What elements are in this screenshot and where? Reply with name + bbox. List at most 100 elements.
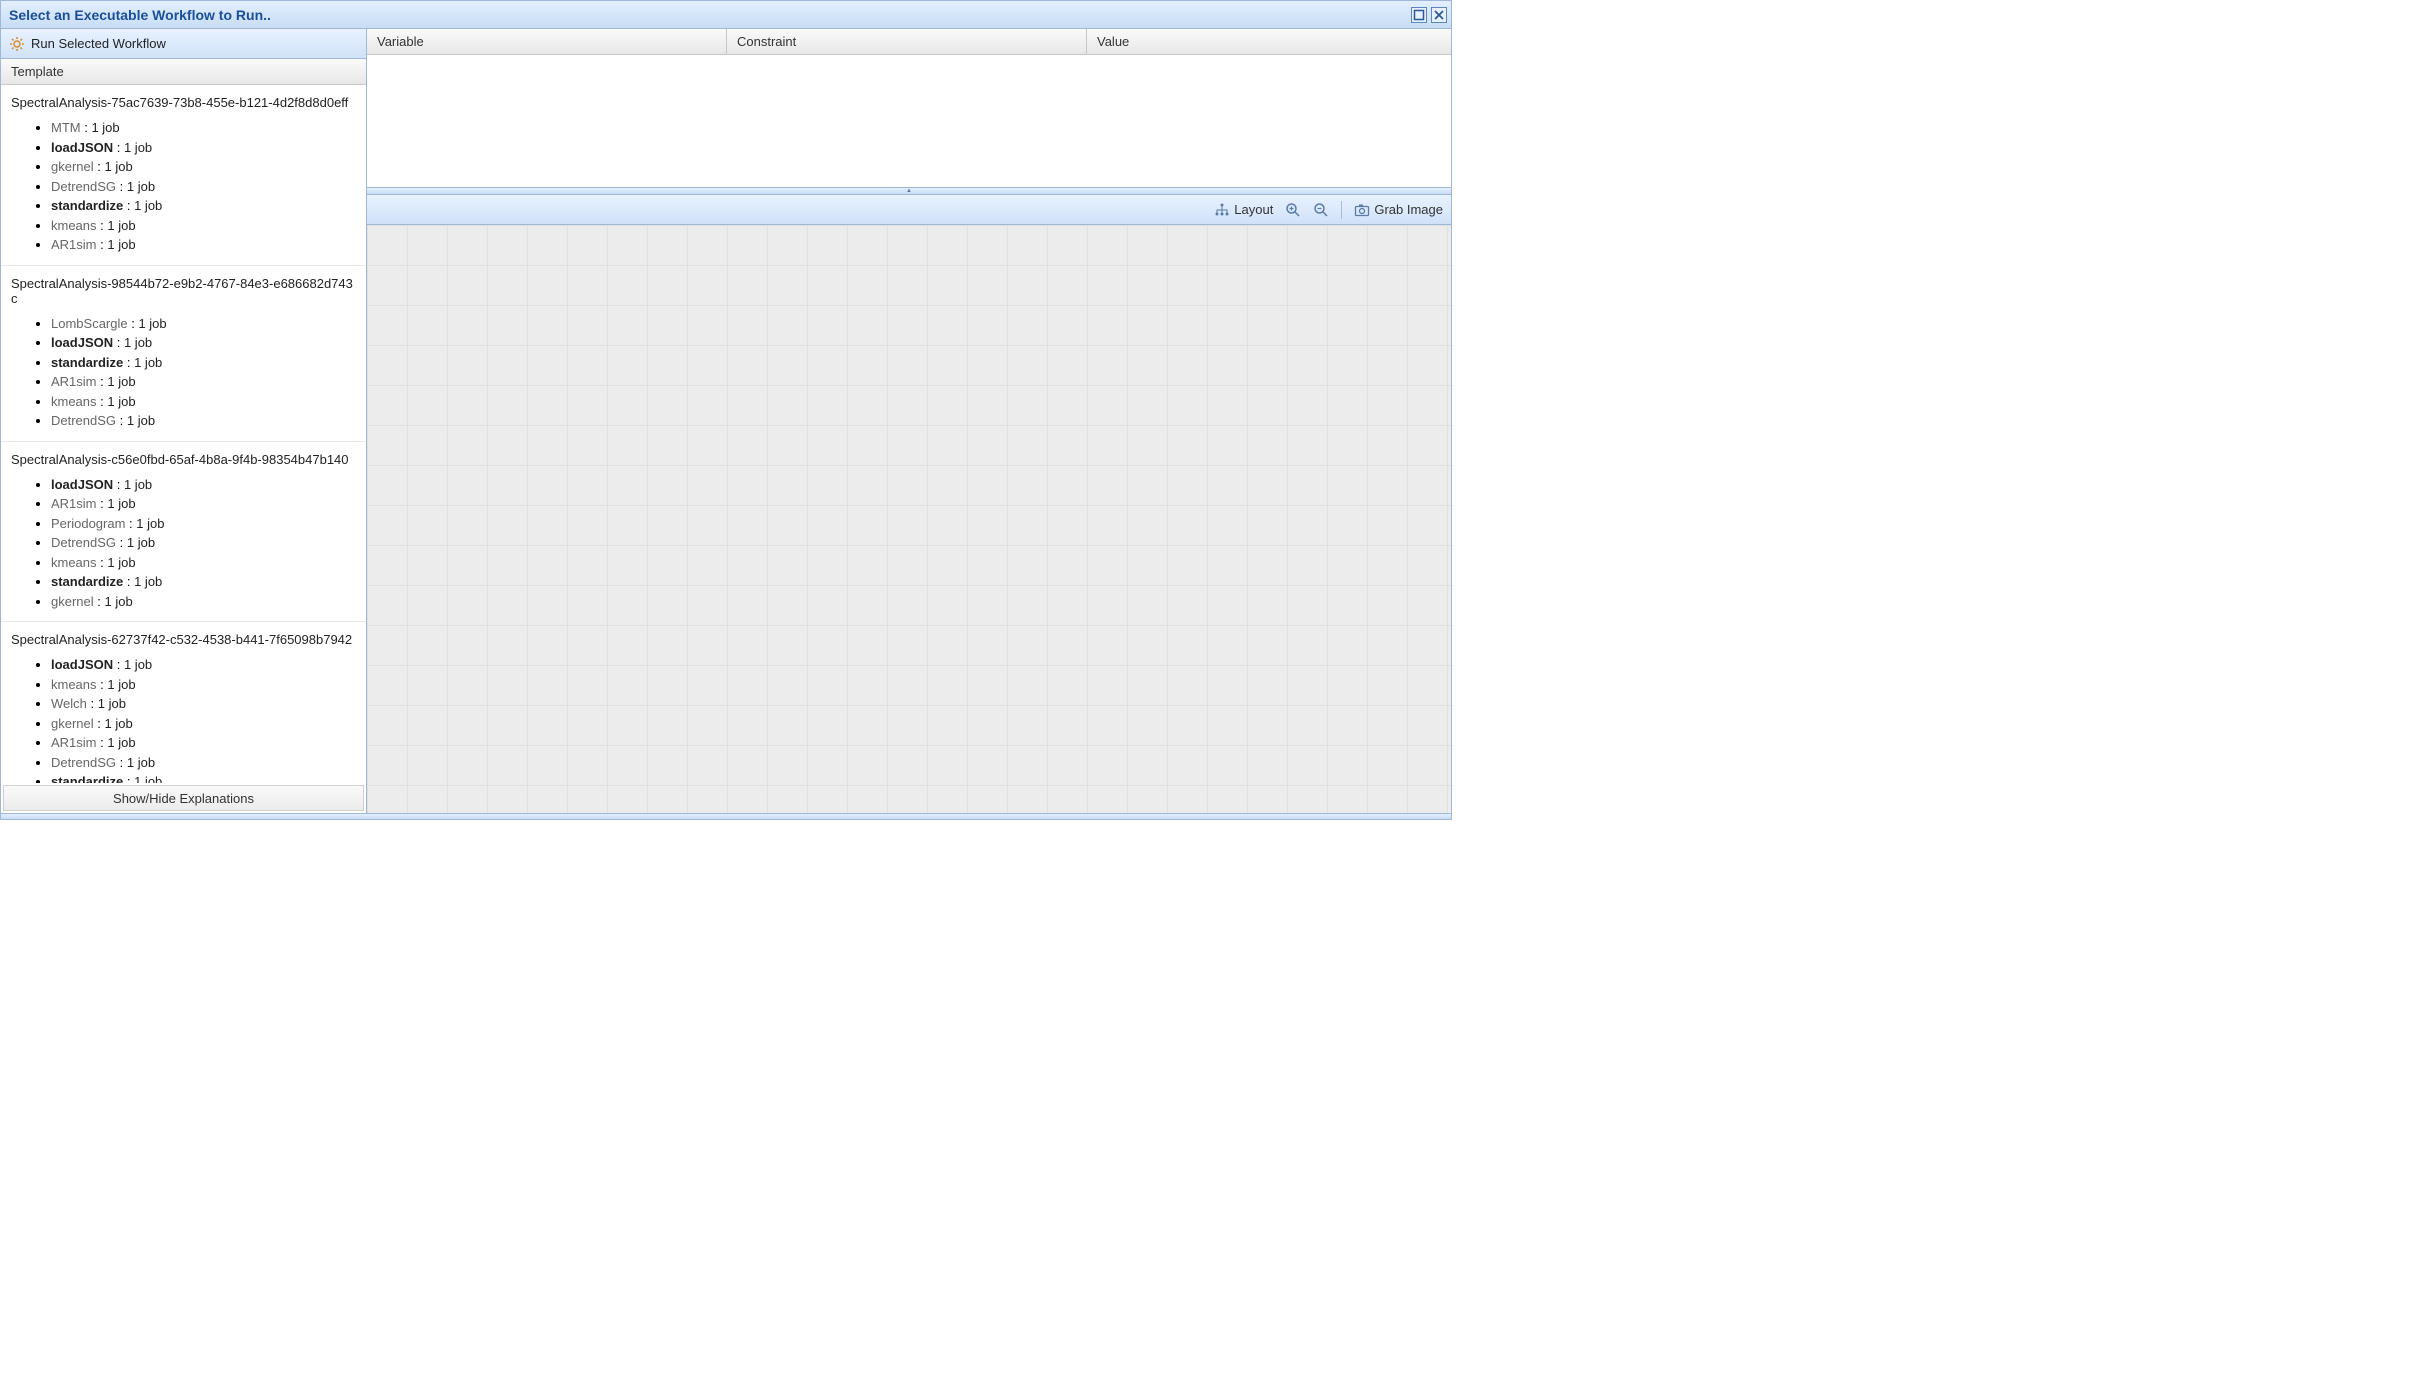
horizontal-splitter[interactable] (367, 187, 1451, 195)
template-name: SpectralAnalysis-98544b72-e9b2-4767-84e3… (11, 276, 356, 306)
job-list: MTM : 1 jobloadJSON : 1 jobgkernel : 1 j… (11, 118, 356, 255)
template-item[interactable]: SpectralAnalysis-62737f42-c532-4538-b441… (1, 622, 366, 783)
layout-button[interactable]: Layout (1214, 202, 1273, 218)
status-bar (1, 813, 1451, 819)
job-count: 1 job (127, 755, 155, 770)
show-hide-explanations-button[interactable]: Show/Hide Explanations (3, 785, 364, 811)
job-name: DetrendSG (51, 179, 116, 194)
job-item: gkernel : 1 job (51, 592, 356, 612)
job-item: AR1sim : 1 job (51, 494, 356, 514)
tree-icon (1214, 202, 1230, 218)
toolbar-separator (1341, 201, 1342, 219)
job-count: 1 job (107, 237, 135, 252)
job-count: 1 job (138, 316, 166, 331)
column-variable[interactable]: Variable (367, 29, 727, 54)
template-item[interactable]: SpectralAnalysis-75ac7639-73b8-455e-b121… (1, 85, 366, 266)
job-item: gkernel : 1 job (51, 714, 356, 734)
job-name: loadJSON (51, 477, 113, 492)
job-item: standardize : 1 job (51, 353, 356, 373)
job-name: loadJSON (51, 140, 113, 155)
job-item: standardize : 1 job (51, 772, 356, 783)
job-count: 1 job (107, 374, 135, 389)
job-item: loadJSON : 1 job (51, 138, 356, 158)
template-column-header[interactable]: Template (1, 59, 366, 85)
layout-label: Layout (1234, 202, 1273, 217)
job-count: 1 job (107, 555, 135, 570)
job-count: 1 job (134, 198, 162, 213)
zoom-in-icon (1285, 202, 1301, 218)
zoom-in-button[interactable] (1285, 202, 1301, 218)
left-toolbar: Run Selected Workflow (1, 29, 366, 59)
column-constraint[interactable]: Constraint (727, 29, 1087, 54)
job-item: DetrendSG : 1 job (51, 753, 356, 773)
left-panel: Run Selected Workflow Template SpectralA… (1, 29, 367, 813)
job-list: LombScargle : 1 jobloadJSON : 1 jobstand… (11, 314, 356, 431)
template-item[interactable]: SpectralAnalysis-98544b72-e9b2-4767-84e3… (1, 266, 366, 442)
job-item: kmeans : 1 job (51, 392, 356, 412)
workflow-canvas[interactable] (367, 225, 1451, 813)
job-list: loadJSON : 1 jobkmeans : 1 jobWelch : 1 … (11, 655, 356, 783)
job-count: 1 job (136, 516, 164, 531)
job-name: standardize (51, 574, 123, 589)
zoom-out-icon (1313, 202, 1329, 218)
job-item: kmeans : 1 job (51, 553, 356, 573)
zoom-out-button[interactable] (1313, 202, 1329, 218)
job-count: 1 job (127, 179, 155, 194)
maximize-icon (1413, 9, 1425, 21)
gear-icon (9, 36, 25, 52)
grab-image-label: Grab Image (1374, 202, 1443, 217)
job-count: 1 job (91, 120, 119, 135)
job-item: standardize : 1 job (51, 196, 356, 216)
titlebar: Select an Executable Workflow to Run.. (1, 1, 1451, 29)
close-button[interactable] (1431, 7, 1447, 23)
job-item: Welch : 1 job (51, 694, 356, 714)
maximize-button[interactable] (1411, 7, 1427, 23)
right-panel: Variable Constraint Value Layout (367, 29, 1451, 813)
job-count: 1 job (127, 535, 155, 550)
job-count: 1 job (127, 413, 155, 428)
job-item: AR1sim : 1 job (51, 372, 356, 392)
job-name: AR1sim (51, 374, 97, 389)
job-count: 1 job (98, 696, 126, 711)
job-item: AR1sim : 1 job (51, 733, 356, 753)
job-item: DetrendSG : 1 job (51, 533, 356, 553)
grab-image-button[interactable]: Grab Image (1354, 202, 1443, 218)
grid-body (367, 55, 1451, 187)
job-name: standardize (51, 774, 123, 783)
job-count: 1 job (124, 140, 152, 155)
job-count: 1 job (124, 477, 152, 492)
job-name: LombScargle (51, 316, 128, 331)
job-item: loadJSON : 1 job (51, 475, 356, 495)
job-name: gkernel (51, 159, 94, 174)
job-item: kmeans : 1 job (51, 675, 356, 695)
job-count: 1 job (124, 657, 152, 672)
camera-icon (1354, 202, 1370, 218)
run-workflow-button[interactable]: Run Selected Workflow (31, 36, 166, 51)
column-value[interactable]: Value (1087, 29, 1451, 54)
job-count: 1 job (124, 335, 152, 350)
job-name: kmeans (51, 394, 97, 409)
job-count: 1 job (107, 394, 135, 409)
job-count: 1 job (134, 774, 162, 783)
job-name: DetrendSG (51, 755, 116, 770)
job-item: AR1sim : 1 job (51, 235, 356, 255)
job-item: loadJSON : 1 job (51, 333, 356, 353)
template-name: SpectralAnalysis-c56e0fbd-65af-4b8a-9f4b… (11, 452, 356, 467)
job-name: DetrendSG (51, 535, 116, 550)
job-name: gkernel (51, 716, 94, 731)
job-name: MTM (51, 120, 81, 135)
template-name: SpectralAnalysis-62737f42-c532-4538-b441… (11, 632, 356, 647)
job-name: loadJSON (51, 335, 113, 350)
job-name: AR1sim (51, 735, 97, 750)
job-item: gkernel : 1 job (51, 157, 356, 177)
job-name: AR1sim (51, 237, 97, 252)
window-title: Select an Executable Workflow to Run.. (9, 7, 271, 23)
job-count: 1 job (134, 355, 162, 370)
job-count: 1 job (107, 496, 135, 511)
template-list[interactable]: SpectralAnalysis-75ac7639-73b8-455e-b121… (1, 85, 366, 783)
body: Run Selected Workflow Template SpectralA… (1, 29, 1451, 813)
job-name: kmeans (51, 218, 97, 233)
job-name: standardize (51, 198, 123, 213)
job-list: loadJSON : 1 jobAR1sim : 1 jobPeriodogra… (11, 475, 356, 612)
template-item[interactable]: SpectralAnalysis-c56e0fbd-65af-4b8a-9f4b… (1, 442, 366, 623)
